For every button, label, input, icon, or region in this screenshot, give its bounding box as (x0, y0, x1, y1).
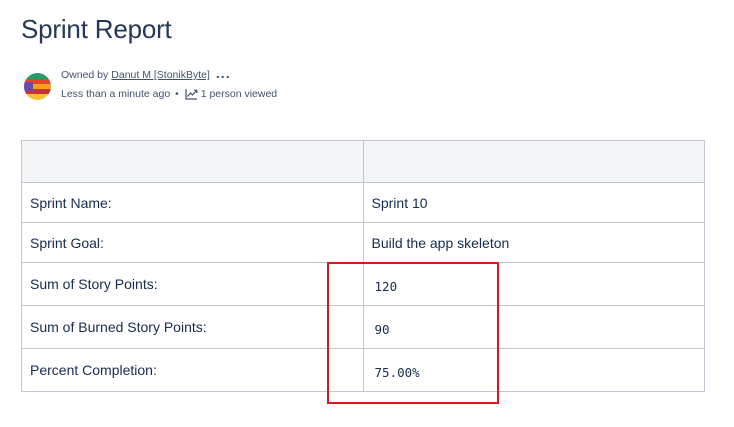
owner-link[interactable]: Danut M [StonikByte] (111, 69, 210, 81)
avatar-icon[interactable] (24, 73, 51, 100)
burned-points-value: 90 (362, 305, 706, 349)
sprint-report-table: Sprint Name: Sprint 10 Sprint Goal: Buil… (21, 140, 706, 392)
percent-completion-value: 75.00% (362, 348, 706, 392)
sprint-report-table-wrapper: Sprint Name: Sprint 10 Sprint Goal: Buil… (21, 140, 706, 392)
sprint-goal-label: Sprint Goal: (21, 222, 364, 263)
table-header-row (21, 140, 706, 183)
analytics-chart-icon[interactable] (185, 88, 198, 100)
percent-completion-label: Percent Completion: (21, 348, 364, 392)
meta-line: Less than a minute ago • 1 person viewed (61, 88, 277, 100)
confluence-page: Sprint Report Owned by Danut M [StonikBy… (0, 0, 734, 427)
sprint-name-label: Sprint Name: (21, 182, 364, 223)
table-header-cell (21, 140, 364, 183)
table-row: Sprint Goal: Build the app skeleton (21, 222, 706, 263)
story-points-value: 120 (362, 262, 706, 306)
table-row: Sum of Story Points: 120 (21, 262, 706, 306)
table-row: Percent Completion: 75.00% (21, 348, 706, 392)
page-title: Sprint Report (21, 14, 172, 44)
owned-by-label: Owned by (61, 69, 109, 81)
table-row: Sprint Name: Sprint 10 (21, 182, 706, 223)
last-updated[interactable]: Less than a minute ago (61, 88, 170, 100)
sprint-goal-value: Build the app skeleton (362, 222, 706, 263)
story-points-label: Sum of Story Points: (21, 262, 364, 306)
separator-dot: • (175, 88, 179, 100)
burned-points-label: Sum of Burned Story Points: (21, 305, 364, 349)
owner-line: Owned by Danut M [StonikByte] ... (61, 66, 231, 81)
viewers-count[interactable]: 1 person viewed (201, 88, 277, 100)
more-options-button[interactable]: ... (216, 66, 231, 80)
table-header-cell (362, 140, 706, 183)
table-row: Sum of Burned Story Points: 90 (21, 305, 706, 349)
sprint-name-value: Sprint 10 (362, 182, 706, 223)
page-byline: Owned by Danut M [StonikByte] ... Less t… (24, 66, 424, 108)
